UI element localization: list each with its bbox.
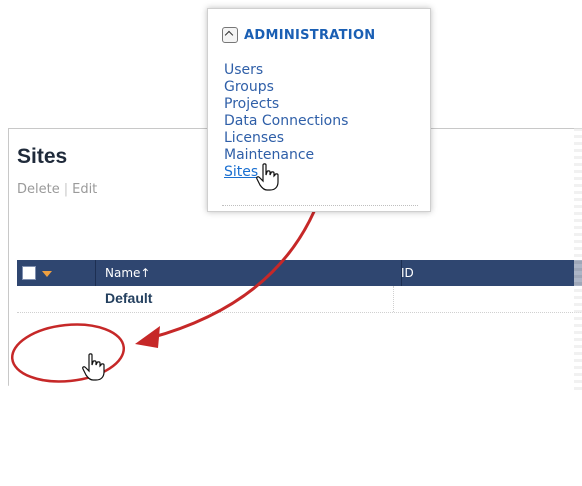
edit-button[interactable]: Edit xyxy=(72,182,97,197)
add-site-link[interactable]: Add site xyxy=(25,471,78,486)
admin-menu-item-data-connections[interactable]: Data Connections xyxy=(224,113,348,130)
admin-menu-item-sites[interactable]: Sites xyxy=(224,164,348,181)
toolbar: Delete | Edit xyxy=(17,182,97,197)
page-title: Sites xyxy=(17,145,68,168)
admin-menu-divider xyxy=(222,205,418,206)
select-all-checkbox[interactable] xyxy=(22,266,36,280)
admin-menu-item-licenses[interactable]: Licenses xyxy=(224,130,348,147)
select-all-header xyxy=(17,260,96,286)
administration-title: ADMINISTRATION xyxy=(244,27,376,43)
site-name-default[interactable]: Default xyxy=(105,290,152,306)
dropdown-arrow-icon[interactable] xyxy=(42,271,52,277)
admin-menu-item-users[interactable]: Users xyxy=(224,62,348,79)
column-header-name[interactable]: Name↑ xyxy=(97,260,402,286)
administration-menu-list: Users Groups Projects Data Connections L… xyxy=(224,62,348,181)
table-row[interactable]: Default xyxy=(17,286,582,313)
admin-menu-item-groups[interactable]: Groups xyxy=(224,79,348,96)
admin-menu-item-projects[interactable]: Projects xyxy=(224,96,348,113)
admin-menu-item-maintenance[interactable]: Maintenance xyxy=(224,147,348,164)
administration-menu: ADMINISTRATION Users Groups Projects Dat… xyxy=(207,8,431,212)
column-header-id[interactable]: ID xyxy=(393,260,582,286)
column-header-id-label: ID xyxy=(401,266,414,280)
column-header-name-label: Name xyxy=(105,266,141,280)
hand-cursor-icon xyxy=(256,163,279,191)
administration-header[interactable]: ADMINISTRATION xyxy=(222,27,375,43)
row-cell-divider xyxy=(393,286,394,312)
chevron-up-icon[interactable] xyxy=(222,27,238,43)
torn-edge-decoration xyxy=(574,128,582,390)
delete-button[interactable]: Delete xyxy=(17,182,60,197)
hand-cursor-icon xyxy=(82,353,105,381)
sort-ascending-icon: ↑ xyxy=(140,266,151,280)
grid-header: Name↑ ID xyxy=(17,260,582,286)
toolbar-separator: | xyxy=(63,182,69,197)
